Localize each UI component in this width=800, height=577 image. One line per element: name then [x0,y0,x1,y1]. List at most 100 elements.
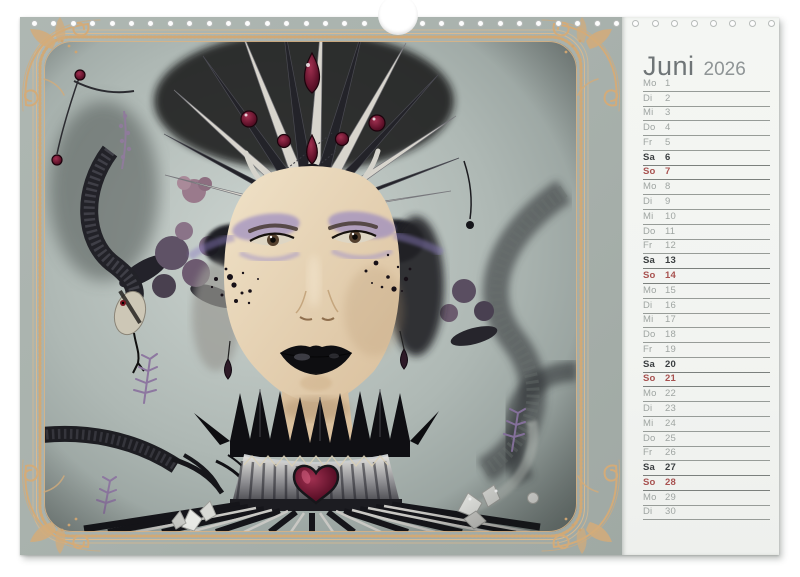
binding-hole [516,20,523,27]
day-number: 18 [665,330,676,340]
binding-hole [31,20,38,27]
day-row-13: Sa13 [643,254,770,269]
day-row-23: Di23 [643,402,770,417]
day-row-22: Mo22 [643,387,770,402]
weekday-label: Sa [643,463,665,473]
weekday-label: Di [643,197,665,207]
day-number: 7 [665,167,670,177]
weekday-label: Fr [643,241,665,251]
weekday-label: Di [643,94,665,104]
binding-hole [555,20,562,27]
day-number: 25 [665,434,676,444]
artwork-photo [44,41,577,532]
portrait-illustration [44,41,577,532]
weekday-label: Fr [643,448,665,458]
day-number: 1 [665,79,670,89]
day-row-25: Do25 [643,432,770,447]
binding-hole [70,20,77,27]
binding-hole [109,20,116,27]
day-row-16: Di16 [643,299,770,314]
binding-hole [594,20,601,27]
day-number: 10 [665,212,676,222]
day-row-29: Mo29 [643,491,770,506]
weekday-label: Mo [643,286,665,296]
day-row-27: Sa27 [643,461,770,476]
weekday-label: Sa [643,256,665,266]
day-row-5: Fr5 [643,136,770,151]
weekday-label: Mi [643,212,665,222]
weekday-label: Do [643,123,665,133]
day-row-30: Di30 [643,506,770,521]
weekday-label: Mi [643,108,665,118]
day-row-26: Fr26 [643,447,770,462]
day-number: 13 [665,256,676,266]
weekday-label: Mi [643,419,665,429]
day-row-1: Mo1 [643,77,770,92]
calendar-panel: Juni2026 Mo1Di2Mi3Do4Fr5Sa6So7Mo8Di9Mi10… [622,17,779,555]
weekday-label: Fr [643,345,665,355]
day-number: 3 [665,108,670,118]
weekday-label: Sa [643,360,665,370]
day-list: Mo1Di2Mi3Do4Fr5Sa6So7Mo8Di9Mi10Do11Fr12S… [643,77,770,520]
binding-hole [322,20,329,27]
binding-hole [167,20,174,27]
day-number: 30 [665,507,676,517]
day-number: 27 [665,463,676,473]
binding-hole [652,20,659,27]
day-row-19: Fr19 [643,343,770,358]
binding-hole [128,20,135,27]
day-number: 2 [665,94,670,104]
day-row-3: Mi3 [643,107,770,122]
weekday-label: Di [643,507,665,517]
binding-hole [613,20,620,27]
day-number: 22 [665,389,676,399]
weekday-label: Mo [643,182,665,192]
binding-hole [710,20,717,27]
day-row-2: Di2 [643,92,770,107]
day-number: 21 [665,374,676,384]
weekday-label: So [643,478,665,488]
day-row-15: Mo15 [643,284,770,299]
day-number: 16 [665,301,676,311]
day-number: 14 [665,271,676,281]
binding-hole [361,20,368,27]
binding-hole [497,20,504,27]
weekday-label: Do [643,330,665,340]
day-number: 24 [665,419,676,429]
day-number: 11 [665,227,675,237]
binding-hole [691,20,698,27]
day-number: 26 [665,448,676,458]
day-row-9: Di9 [643,195,770,210]
binding-hole [206,20,213,27]
day-number: 5 [665,138,670,148]
day-number: 23 [665,404,676,414]
day-row-17: Mi17 [643,314,770,329]
weekday-label: So [643,167,665,177]
day-row-6: Sa6 [643,151,770,166]
weekday-label: Do [643,434,665,444]
day-row-14: So14 [643,269,770,284]
weekday-label: So [643,271,665,281]
day-row-10: Mi10 [643,210,770,225]
weekday-label: Sa [643,153,665,163]
day-number: 28 [665,478,676,488]
day-number: 20 [665,360,676,370]
weekday-label: Fr [643,138,665,148]
day-row-21: So21 [643,373,770,388]
day-number: 9 [665,197,670,207]
day-number: 15 [665,286,676,296]
day-row-4: Do4 [643,121,770,136]
day-row-11: Do11 [643,225,770,240]
binding-hole [303,20,310,27]
calendar-product-photo: { "calendar": { "month_label": "Juni", "… [0,0,800,577]
day-row-28: So28 [643,476,770,491]
day-row-24: Mi24 [643,417,770,432]
binding-hole [749,20,756,27]
binding-hole [458,20,465,27]
weekday-label: Do [643,227,665,237]
day-number: 12 [665,241,676,251]
weekday-label: Di [643,404,665,414]
day-number: 29 [665,493,676,503]
day-number: 4 [665,123,670,133]
day-row-7: So7 [643,166,770,181]
